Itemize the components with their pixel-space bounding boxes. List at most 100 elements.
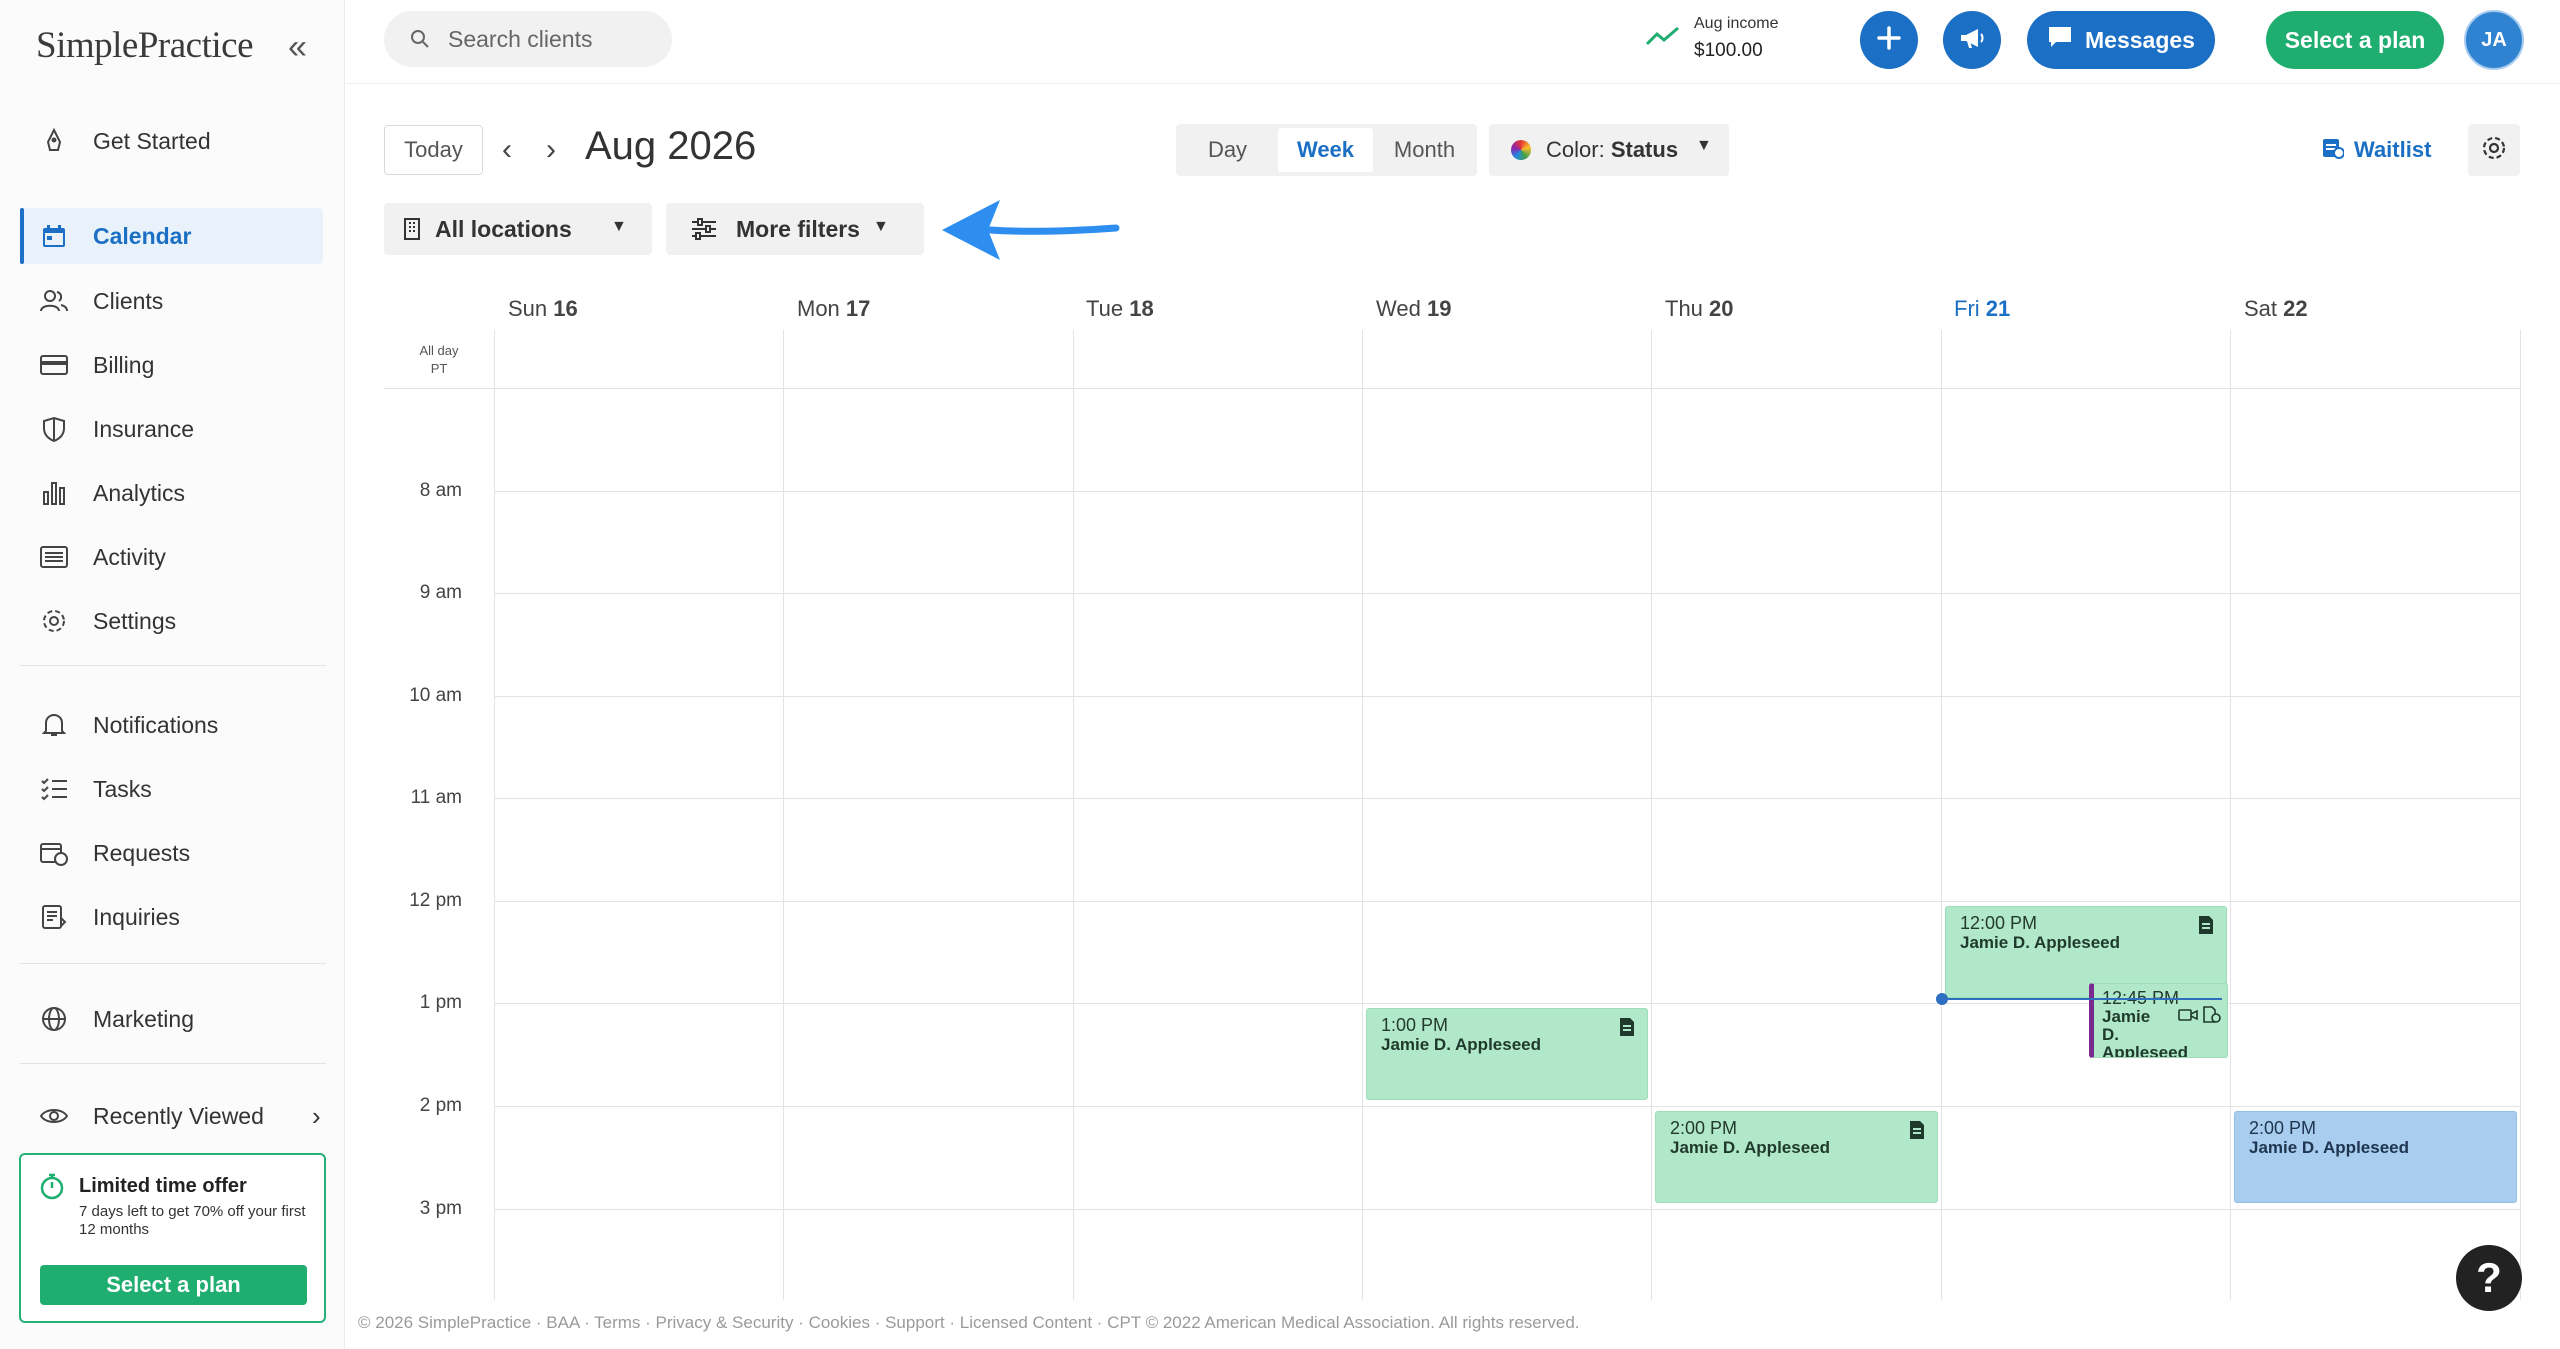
calendar-settings-button[interactable] bbox=[2468, 124, 2520, 176]
stopwatch-icon bbox=[39, 1172, 65, 1205]
sidebar-item-billing[interactable]: Billing bbox=[20, 337, 323, 393]
clients-icon bbox=[38, 285, 70, 317]
locations-filter[interactable]: All locations ▼ bbox=[384, 203, 652, 255]
more-filters-label: More filters bbox=[736, 216, 860, 242]
sidebar-item-label: Marketing bbox=[93, 1005, 194, 1032]
view-week-button[interactable]: Week bbox=[1278, 128, 1373, 172]
sidebar-item-inquiries[interactable]: Inquiries bbox=[20, 889, 323, 945]
column-divider bbox=[1073, 330, 1074, 1300]
appointment-client: Jamie D. Appleseed bbox=[1381, 1035, 1541, 1054]
calendar-icon bbox=[38, 220, 70, 252]
appointment-card[interactable]: 12:45 PM Jamie D. Appleseed bbox=[2089, 983, 2228, 1058]
announcements-button[interactable] bbox=[1943, 11, 2001, 69]
view-month-button[interactable]: Month bbox=[1376, 128, 1473, 172]
color-by-dropdown[interactable]: Color: Status ▼ bbox=[1489, 124, 1729, 176]
column-divider bbox=[1651, 330, 1652, 1300]
hour-line bbox=[494, 1106, 2521, 1107]
sidebar-item-marketing[interactable]: Marketing bbox=[20, 991, 323, 1047]
select-plan-button[interactable]: Select a plan bbox=[2266, 11, 2444, 69]
hour-line bbox=[494, 696, 2521, 697]
waitlist-button[interactable]: Waitlist bbox=[2322, 135, 2431, 165]
appointment-card[interactable]: 1:00 PM Jamie D. Appleseed bbox=[1366, 1008, 1648, 1100]
collapse-sidebar-icon[interactable]: « bbox=[288, 30, 307, 64]
offer-select-plan-button[interactable]: Select a plan bbox=[40, 1265, 307, 1305]
hour-label: 11 am bbox=[410, 787, 462, 808]
day-header-tue[interactable]: Tue 18 bbox=[1086, 296, 1154, 322]
sidebar-item-activity[interactable]: Activity bbox=[20, 529, 323, 585]
sidebar-item-insurance[interactable]: Insurance bbox=[20, 401, 323, 457]
day-header-sat[interactable]: Sat 22 bbox=[2244, 296, 2308, 322]
more-filters-button[interactable]: More filters ▼ bbox=[666, 203, 924, 255]
sidebar-item-label: Notifications bbox=[93, 711, 219, 738]
appointment-time: 12:00 PM bbox=[1960, 913, 2038, 933]
income-value: $100.00 bbox=[1694, 40, 1763, 61]
sidebar-item-label: Recently Viewed bbox=[93, 1102, 264, 1129]
column-divider bbox=[1362, 330, 1363, 1300]
waitlist-label: Waitlist bbox=[2354, 137, 2432, 162]
hour-line bbox=[494, 593, 2521, 594]
view-switcher: Day Week Month bbox=[1176, 124, 1477, 176]
help-button[interactable]: ? bbox=[2456, 1245, 2522, 1311]
sidebar-item-recently-viewed[interactable]: Recently Viewed › bbox=[20, 1088, 323, 1144]
create-button[interactable] bbox=[1860, 11, 1918, 69]
day-header-mon[interactable]: Mon 17 bbox=[797, 296, 870, 322]
day-header-sun[interactable]: Sun 16 bbox=[508, 296, 578, 322]
week-calendar: Sun 16 Mon 17 Tue 18 Wed 19 Thu 20 Fri 2… bbox=[384, 280, 2522, 1300]
caret-down-icon: ▼ bbox=[1696, 137, 1712, 154]
note-icon bbox=[2198, 915, 2214, 940]
messages-button[interactable]: Messages bbox=[2027, 11, 2215, 69]
appointment-client: Jamie D. Appleseed bbox=[2102, 1007, 2188, 1058]
today-button[interactable]: Today bbox=[384, 125, 483, 175]
hour-label: 8 am bbox=[419, 480, 462, 501]
column-divider bbox=[2230, 330, 2231, 1300]
color-wheel-icon bbox=[1511, 140, 1531, 160]
sidebar-item-get-started[interactable]: Get Started bbox=[20, 113, 323, 169]
sidebar-item-settings[interactable]: Settings bbox=[20, 593, 323, 649]
day-header-fri[interactable]: Fri 21 bbox=[1954, 296, 2010, 322]
sidebar-item-label: Billing bbox=[93, 351, 155, 378]
sidebar-item-tasks[interactable]: Tasks bbox=[20, 761, 323, 817]
sidebar-divider bbox=[20, 963, 326, 964]
column-divider bbox=[494, 330, 495, 1300]
chevron-left-icon[interactable]: ‹ bbox=[502, 133, 512, 167]
view-day-button[interactable]: Day bbox=[1180, 128, 1275, 172]
bell-icon bbox=[38, 709, 70, 741]
sidebar-item-label: Requests bbox=[93, 839, 191, 866]
sidebar-item-notifications[interactable]: Notifications bbox=[20, 697, 323, 753]
sidebar-item-analytics[interactable]: Analytics bbox=[20, 465, 323, 521]
search-input[interactable] bbox=[448, 23, 658, 55]
caret-down-icon: ▼ bbox=[873, 218, 889, 235]
rocket-icon bbox=[38, 125, 70, 157]
locations-label: All locations bbox=[435, 216, 572, 242]
appointment-card[interactable]: 2:00 PM Jamie D. Appleseed bbox=[2234, 1111, 2517, 1203]
chevron-right-icon[interactable]: › bbox=[546, 133, 556, 167]
list-icon bbox=[38, 541, 70, 573]
column-divider bbox=[1941, 330, 1942, 1300]
gear-icon bbox=[2481, 135, 2507, 166]
hour-line bbox=[494, 1209, 2521, 1210]
logo[interactable]: SimplePractice bbox=[36, 24, 254, 67]
column-divider bbox=[2520, 330, 2521, 1300]
current-time-line bbox=[1942, 998, 2222, 1000]
messages-label: Messages bbox=[2085, 26, 2195, 53]
waitlist-icon bbox=[2322, 135, 2345, 165]
all-day-label: All day PT bbox=[384, 342, 494, 378]
day-header-wed[interactable]: Wed 19 bbox=[1376, 296, 1451, 322]
sidebar-item-calendar[interactable]: Calendar bbox=[20, 208, 323, 264]
sidebar-item-label: Activity bbox=[93, 543, 166, 570]
sidebar-item-label: Calendar bbox=[93, 222, 192, 249]
all-day-divider bbox=[384, 388, 2521, 389]
annotation-arrow-icon bbox=[940, 192, 1120, 273]
appointment-card[interactable]: 2:00 PM Jamie D. Appleseed bbox=[1655, 1111, 1938, 1203]
tasks-icon bbox=[38, 773, 70, 805]
search-box[interactable] bbox=[384, 11, 672, 67]
sidebar-item-requests[interactable]: Requests bbox=[20, 825, 323, 881]
sidebar-item-label: Settings bbox=[93, 607, 177, 634]
hour-line bbox=[494, 901, 2521, 902]
plus-icon bbox=[1876, 25, 1902, 56]
avatar[interactable]: JA bbox=[2464, 10, 2524, 70]
building-icon bbox=[402, 217, 422, 246]
sidebar-item-clients[interactable]: Clients bbox=[20, 273, 323, 329]
day-header-thu[interactable]: Thu 20 bbox=[1665, 296, 1734, 322]
gear-icon bbox=[38, 605, 70, 637]
